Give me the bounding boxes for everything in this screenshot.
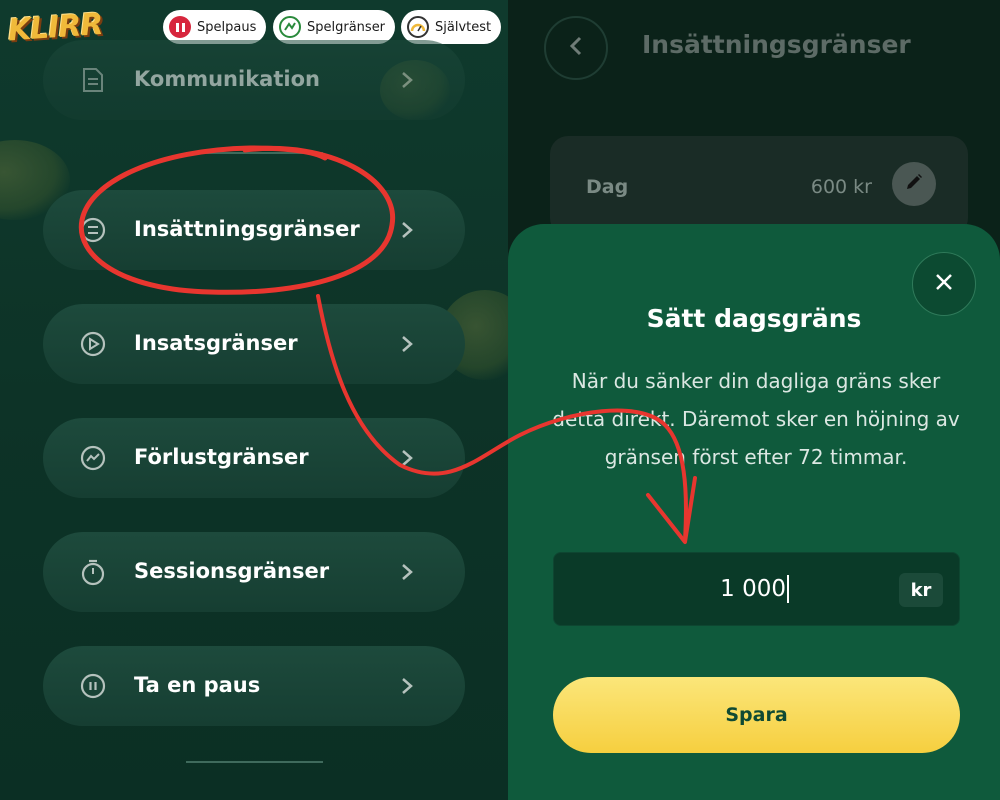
menu-item-label: Kommunikation bbox=[134, 67, 320, 91]
close-icon bbox=[935, 273, 953, 295]
menu-item-insatsgranser[interactable]: Insatsgränser bbox=[43, 304, 465, 384]
menu-divider bbox=[186, 152, 323, 154]
document-icon bbox=[79, 66, 107, 94]
menu-divider bbox=[186, 761, 323, 763]
deposit-limit-icon bbox=[79, 216, 107, 244]
chevron-right-icon bbox=[393, 558, 421, 586]
stopwatch-icon bbox=[79, 558, 107, 586]
pencil-icon bbox=[904, 172, 924, 196]
page-title: Insättningsgränser bbox=[642, 30, 911, 59]
pill-label: Självtest bbox=[435, 19, 492, 35]
save-button[interactable]: Spara bbox=[553, 677, 960, 753]
chevron-right-icon bbox=[393, 216, 421, 244]
menu-item-label: Insatsgränser bbox=[134, 331, 298, 355]
spelgranser-button[interactable]: Spelgränser bbox=[273, 10, 396, 44]
pause-circle-icon bbox=[79, 672, 107, 700]
pause-icon bbox=[169, 16, 191, 38]
back-button[interactable] bbox=[544, 16, 608, 80]
deposit-limits-panel: Insättningsgränser Dag 600 kr Sätt dagsg… bbox=[508, 0, 1000, 800]
sjalvtest-button[interactable]: Självtest bbox=[401, 10, 502, 44]
chevron-right-icon bbox=[393, 66, 421, 94]
chevron-right-icon bbox=[393, 330, 421, 358]
menu-item-insattningsgranser[interactable]: Insättningsgränser bbox=[43, 190, 465, 270]
modal-title: Sätt dagsgräns bbox=[646, 304, 862, 333]
currency-unit-badge: kr bbox=[899, 573, 943, 607]
pill-label: Spelpaus bbox=[197, 19, 257, 35]
pill-label: Spelgränser bbox=[307, 19, 386, 35]
edit-daily-limit-button[interactable] bbox=[892, 162, 936, 206]
chevron-right-icon bbox=[393, 444, 421, 472]
menu-item-sessionsgranser[interactable]: Sessionsgränser bbox=[43, 532, 465, 612]
daily-limit-card: Dag 600 kr bbox=[550, 136, 968, 236]
menu-item-ta-en-paus[interactable]: Ta en paus bbox=[43, 646, 465, 726]
day-label: Dag bbox=[586, 176, 629, 198]
chevron-right-icon bbox=[393, 672, 421, 700]
set-daily-limit-modal: Sätt dagsgräns När du sänker din dagliga… bbox=[508, 224, 1000, 800]
amount-value: 1 000 bbox=[720, 575, 789, 603]
modal-description: När du sänker din dagliga gräns sker det… bbox=[552, 369, 960, 469]
spelpaus-button[interactable]: Spelpaus bbox=[163, 10, 267, 44]
menu-item-label: Ta en paus bbox=[134, 673, 261, 697]
daily-limit-amount-input[interactable]: 1 000 kr bbox=[553, 552, 960, 626]
menu-item-kommunikation[interactable]: Kommunikation bbox=[43, 40, 465, 120]
menu-item-forlustgranser[interactable]: Förlustgränser bbox=[43, 418, 465, 498]
limits-icon bbox=[279, 16, 301, 38]
menu-item-label: Sessionsgränser bbox=[134, 559, 330, 583]
play-icon bbox=[79, 330, 107, 358]
day-limit-value: 600 kr bbox=[810, 176, 872, 198]
settings-menu-panel: KLIRR Spelpaus Spelgränser Självtest Kom… bbox=[0, 0, 508, 800]
gauge-icon bbox=[407, 16, 429, 38]
chevron-left-icon bbox=[569, 35, 583, 61]
trend-icon bbox=[79, 444, 107, 472]
menu-item-label: Förlustgränser bbox=[134, 445, 309, 469]
menu-item-label: Insättningsgränser bbox=[134, 217, 360, 241]
